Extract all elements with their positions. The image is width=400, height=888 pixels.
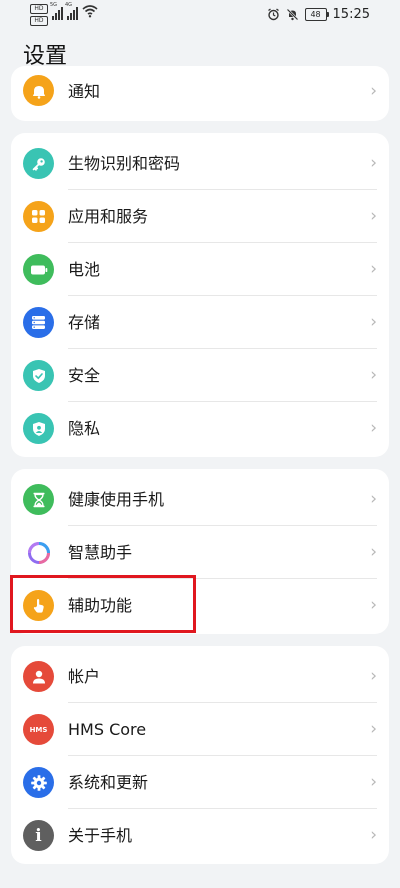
chevron-right-icon: ›: [370, 312, 377, 332]
settings-item-label: 帐户: [68, 667, 101, 686]
settings-group-security: 生物识别和密码 › 应用和服务 › 电池 › 存储 › 安全 › 隐私 ›: [11, 133, 389, 457]
hd-badge: HD: [30, 16, 48, 26]
key-icon: [23, 148, 54, 179]
chevron-right-icon: ›: [370, 153, 377, 173]
signal-icon: 5G: [50, 2, 63, 20]
chevron-right-icon: ›: [370, 418, 377, 438]
chevron-right-icon: ›: [370, 81, 377, 101]
settings-item-biometrics[interactable]: 生物识别和密码 ›: [11, 137, 389, 190]
settings-group-notifications: 通知 ›: [11, 66, 389, 121]
chevron-right-icon: ›: [370, 542, 377, 562]
chevron-right-icon: ›: [370, 772, 377, 792]
battery-icon: [23, 254, 54, 285]
status-bar: HD HD 5G 4G 48 15:25: [0, 0, 400, 30]
signal-icon: 4G: [65, 2, 78, 20]
chevron-right-icon: ›: [370, 489, 377, 509]
status-bar-left: HD HD 5G 4G: [30, 2, 98, 26]
bell-icon: [23, 75, 54, 106]
settings-item-label: 应用和服务: [68, 207, 149, 226]
settings-item-smart-assistant[interactable]: 智慧助手 ›: [11, 526, 389, 579]
settings-item-label: 智慧助手: [68, 543, 133, 562]
battery-indicator: 48: [304, 8, 329, 21]
settings-item-label: 健康使用手机: [68, 490, 165, 509]
chevron-right-icon: ›: [370, 595, 377, 615]
hd-badges: HD HD: [30, 4, 48, 26]
settings-item-about-phone[interactable]: i 关于手机 ›: [11, 809, 389, 862]
chevron-right-icon: ›: [370, 719, 377, 739]
settings-item-digital-balance[interactable]: 健康使用手机 ›: [11, 473, 389, 526]
settings-item-battery[interactable]: 电池 ›: [11, 243, 389, 296]
chevron-right-icon: ›: [370, 206, 377, 226]
chevron-right-icon: ›: [370, 825, 377, 845]
settings-item-label: 存储: [68, 313, 101, 332]
settings-item-account[interactable]: 帐户 ›: [11, 650, 389, 703]
settings-item-security[interactable]: 安全 ›: [11, 349, 389, 402]
user-icon: [23, 661, 54, 692]
highlight-box: [10, 575, 196, 633]
storage-icon: [23, 307, 54, 338]
settings-item-label: 生物识别和密码: [68, 154, 181, 173]
settings-item-label: 系统和更新: [68, 773, 149, 792]
mute-bell-icon: [286, 8, 298, 21]
settings-item-notifications[interactable]: 通知 ›: [11, 66, 389, 119]
settings-item-hms-core[interactable]: HMS HMS Core ›: [11, 703, 389, 756]
hms-icon: HMS: [23, 714, 54, 745]
chevron-right-icon: ›: [370, 365, 377, 385]
settings-item-privacy[interactable]: 隐私 ›: [11, 402, 389, 455]
settings-item-label: HMS Core: [68, 720, 147, 739]
status-bar-right: 48 15:25: [267, 7, 370, 22]
wifi-icon: [82, 5, 98, 18]
gear-icon: [23, 767, 54, 798]
settings-item-label: 电池: [68, 260, 101, 279]
settings-group-system: 帐户 › HMS HMS Core › 系统和更新 › i 关于手机 ›: [11, 646, 389, 864]
info-icon: i: [23, 820, 54, 851]
shield-icon: [23, 360, 54, 391]
alarm-icon: [267, 8, 279, 21]
hd-badge: HD: [30, 4, 48, 14]
settings-item-label: 隐私: [68, 419, 101, 438]
clock: 15:25: [332, 7, 370, 22]
settings-item-label: 安全: [68, 366, 101, 385]
settings-item-storage[interactable]: 存储 ›: [11, 296, 389, 349]
chevron-right-icon: ›: [370, 666, 377, 686]
settings-item-apps-services[interactable]: 应用和服务 ›: [11, 190, 389, 243]
apps-grid-icon: [23, 201, 54, 232]
privacy-icon: [23, 413, 54, 444]
settings-item-system-update[interactable]: 系统和更新 ›: [11, 756, 389, 809]
chevron-right-icon: ›: [370, 259, 377, 279]
settings-item-label: 通知: [68, 82, 101, 101]
assistant-ring-icon: [23, 537, 54, 568]
hourglass-icon: [23, 484, 54, 515]
settings-item-label: 关于手机: [68, 826, 133, 845]
